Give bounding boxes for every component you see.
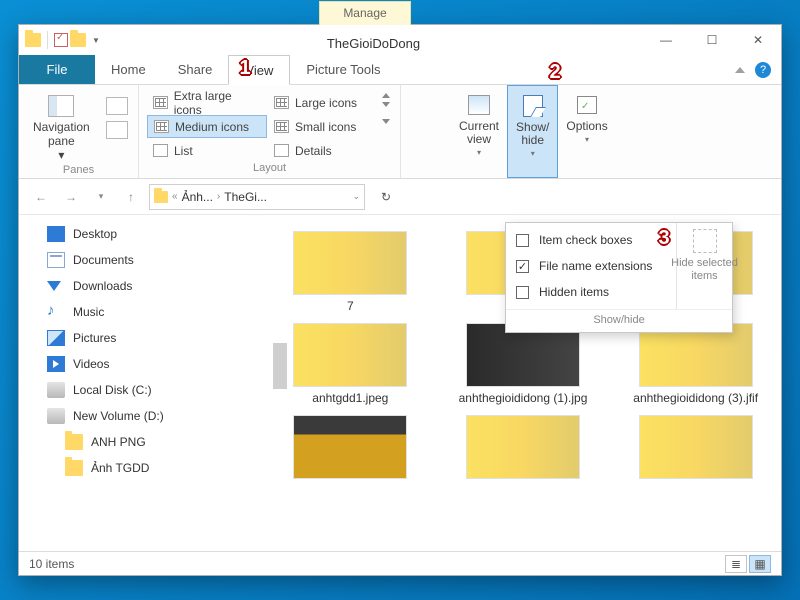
sidebar-item-anhtgdd[interactable]: Ảnh TGDD — [43, 455, 264, 481]
sidebar-item-downloads[interactable]: Downloads — [43, 273, 264, 299]
layout-large[interactable]: Large icons — [268, 91, 378, 114]
sidebar-item-newvolume[interactable]: New Volume (D:) — [43, 403, 264, 429]
layout-small[interactable]: Small icons — [268, 115, 378, 138]
toggle-hidden-items[interactable]: Hidden items — [506, 279, 676, 305]
callout-1: 1 — [232, 54, 258, 84]
view-thumbs-button[interactable]: ▦ — [749, 555, 771, 573]
recent-dropdown[interactable]: ▾ — [89, 185, 113, 209]
maximize-button[interactable]: ☐ — [689, 25, 735, 55]
tab-file[interactable]: File — [19, 55, 95, 84]
layout-xlarge[interactable]: Extra large icons — [147, 91, 267, 114]
view-details-button[interactable]: ≣ — [725, 555, 747, 573]
file-item[interactable] — [624, 415, 767, 479]
help-icon[interactable]: ? — [755, 62, 771, 78]
layout-list[interactable]: List — [147, 139, 267, 162]
file-item[interactable] — [279, 415, 422, 479]
minimize-button[interactable]: — — [643, 25, 689, 55]
file-item[interactable]: anhtgdd1.jpeg — [279, 323, 422, 405]
breadcrumb-seg[interactable]: Ảnh... — [182, 190, 213, 204]
options-icon: ✓ — [575, 93, 599, 117]
back-button[interactable]: ← — [29, 185, 53, 209]
tab-share[interactable]: Share — [162, 55, 229, 84]
manage-context-tab[interactable]: Manage — [319, 1, 411, 25]
group-label-layout: Layout — [147, 162, 392, 176]
details-pane-icon[interactable] — [106, 121, 128, 139]
show-hide-dropdown: Item check boxes ✓File name extensions H… — [505, 222, 733, 333]
file-item[interactable]: anhthegioididong (1).jpg — [452, 323, 595, 405]
sidebar-item-anhpng[interactable]: ANH PNG — [43, 429, 264, 455]
hide-selected-button[interactable]: Hide selected items — [676, 223, 732, 309]
layout-details[interactable]: Details — [268, 139, 378, 162]
sidebar-item-documents[interactable]: Documents — [43, 247, 264, 273]
refresh-button[interactable]: ↻ — [371, 184, 401, 210]
sidebar-item-pictures[interactable]: Pictures — [43, 325, 264, 351]
sidebar-item-localdisk[interactable]: Local Disk (C:) — [43, 377, 264, 403]
callout-2: 2 — [542, 58, 568, 88]
preview-pane-icon[interactable] — [106, 97, 128, 115]
app-folder-icon — [25, 33, 41, 47]
sidebar-scrollbar-thumb[interactable] — [273, 343, 287, 389]
toggle-file-extensions[interactable]: ✓File name extensions — [506, 253, 676, 279]
navigation-pane-button[interactable]: Navigation pane ▾ — [27, 93, 96, 164]
layout-more-icon[interactable] — [382, 119, 390, 124]
navigation-pane-icon — [48, 95, 74, 117]
current-view-button[interactable]: Current view ▾ — [451, 85, 507, 178]
sidebar-item-videos[interactable]: Videos — [43, 351, 264, 377]
forward-button[interactable]: → — [59, 185, 83, 209]
hide-selected-icon — [693, 229, 717, 253]
qat-newfolder-icon[interactable] — [70, 33, 86, 47]
close-button[interactable]: ✕ — [735, 25, 781, 55]
download-icon — [47, 278, 65, 294]
popup-group-label: Show/hide — [506, 309, 732, 332]
status-item-count: 10 items — [29, 557, 74, 571]
show-hide-icon — [521, 94, 545, 118]
up-button[interactable]: ↑ — [119, 185, 143, 209]
tab-home[interactable]: Home — [95, 55, 162, 84]
layout-medium[interactable]: Medium icons — [147, 115, 267, 138]
file-item[interactable]: anhthegioididong (3).jfif — [624, 323, 767, 405]
window-title: TheGioiDoDong — [104, 30, 643, 51]
collapse-ribbon-icon[interactable] — [735, 67, 745, 73]
navigation-tree: ⌃ Desktop Documents Downloads ♪Music Pic… — [19, 215, 265, 555]
tab-picture-tools[interactable]: Picture Tools — [290, 55, 396, 84]
address-bar[interactable]: « Ảnh... › TheGi... ⌄ — [149, 184, 365, 210]
sidebar-scroll-up-icon[interactable]: ⌃ — [250, 215, 264, 227]
sidebar-item-music[interactable]: ♪Music — [43, 299, 264, 325]
current-view-icon — [467, 93, 491, 117]
ribbon-label: Navigation pane — [33, 120, 90, 148]
group-label-panes: Panes — [27, 164, 130, 178]
callout-3: 3 — [651, 224, 677, 254]
qat-properties-icon[interactable] — [54, 33, 68, 47]
sidebar-item-desktop[interactable]: Desktop — [43, 221, 264, 247]
show-hide-button[interactable]: Show/ hide ▾ — [507, 85, 558, 178]
layout-scroll-up-icon[interactable] — [382, 93, 390, 98]
file-item[interactable] — [452, 415, 595, 479]
breadcrumb-seg[interactable]: TheGi... — [224, 190, 267, 204]
address-folder-icon — [154, 191, 168, 203]
qat-dropdown-icon[interactable]: ▼ — [88, 36, 104, 45]
file-item[interactable]: 7 — [279, 231, 422, 313]
layout-scroll-down-icon[interactable] — [382, 102, 390, 107]
options-button[interactable]: ✓ Options ▾ — [558, 85, 615, 178]
